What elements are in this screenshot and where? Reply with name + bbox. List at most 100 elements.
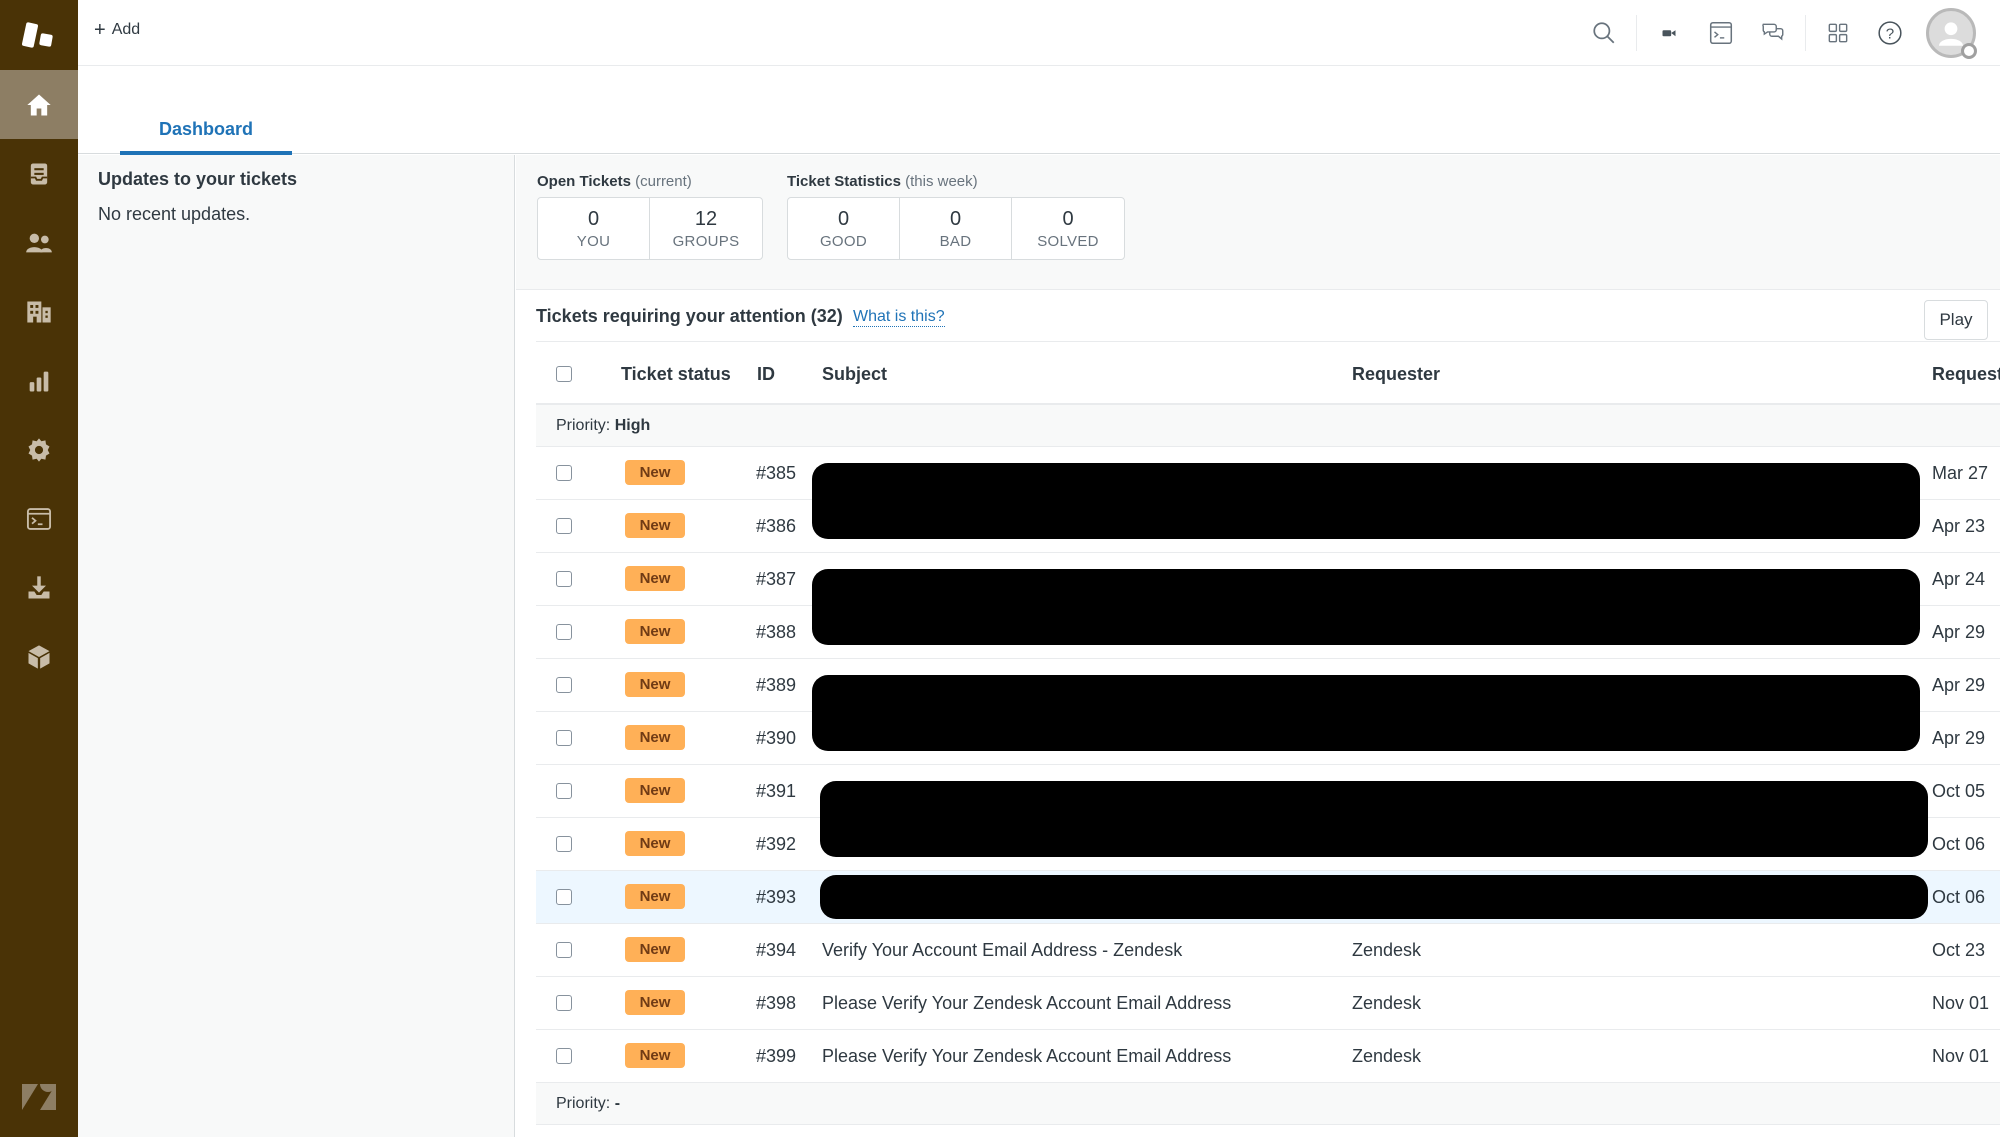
stat-you[interactable]: 0 YOU — [538, 198, 650, 259]
chat-icon — [1762, 23, 1784, 41]
user-avatar[interactable] — [1926, 8, 1977, 59]
status-badge: New — [625, 460, 685, 485]
row-checkbox[interactable] — [556, 730, 572, 746]
open-tickets-sub: (current) — [635, 173, 692, 190]
updates-title: Updates to your tickets — [98, 169, 298, 189]
play-button[interactable]: Play — [1924, 300, 1988, 340]
updates-empty-text: No recent updates. — [98, 204, 251, 224]
requester-updated-date: Oct 06 — [1932, 887, 1986, 907]
conversations-button[interactable] — [1753, 13, 1793, 53]
column-requester[interactable]: Requester — [1352, 364, 1440, 385]
row-checkbox[interactable] — [556, 518, 572, 534]
requester-updated-date: Oct 23 — [1932, 940, 1986, 960]
requester-updated-date: Apr 29 — [1932, 622, 1986, 642]
apps-grid-icon — [1828, 23, 1848, 43]
stat-good[interactable]: 0 GOOD — [788, 198, 900, 259]
stat-bad[interactable]: 0 BAD — [900, 198, 1012, 259]
ticket-statistics: Ticket Statistics (this week) 0 GOOD 0 B… — [787, 173, 1125, 260]
sidebar-item-downloads[interactable] — [0, 553, 78, 622]
row-checkbox[interactable] — [556, 783, 572, 799]
updates-panel: Updates to your tickets No recent update… — [78, 155, 515, 1137]
row-checkbox[interactable] — [556, 889, 572, 905]
open-tickets-boxes: 0 YOU 12 GROUPS — [537, 197, 763, 260]
row-checkbox[interactable] — [556, 942, 572, 958]
row-checkbox[interactable] — [556, 1048, 572, 1064]
building-icon — [27, 301, 51, 322]
ticket-stats-label: Ticket Statistics (this week) — [787, 173, 1125, 190]
ticket-subject[interactable]: Please Verify Your Zendesk Account Email… — [822, 993, 1231, 1014]
sidebar-item-customers[interactable] — [0, 208, 78, 277]
table-header: Ticket status ID Subject Requester Reque… — [536, 342, 2000, 405]
attention-header: Tickets requiring your attention (32) Wh… — [536, 291, 2000, 342]
status-badge: New — [625, 884, 685, 909]
row-checkbox[interactable] — [556, 465, 572, 481]
divider — [1805, 15, 1806, 51]
ticket-id: #393 — [756, 887, 797, 907]
ticket-requester[interactable]: Zendesk — [1352, 1046, 1421, 1067]
column-id[interactable]: ID — [757, 364, 775, 385]
ticket-id: #399 — [756, 1046, 797, 1066]
redaction-block — [812, 463, 1920, 539]
status-badge: New — [625, 619, 685, 644]
ticket-row[interactable]: New #398 Please Verify Your Zendesk Acco… — [536, 977, 2000, 1030]
stat-caption: GROUPS — [672, 232, 740, 250]
add-button-label: Add — [111, 21, 141, 38]
sidebar-item-console[interactable] — [0, 484, 78, 553]
stat-value: 0 — [837, 207, 850, 230]
requester-updated-date: Nov 01 — [1932, 993, 1990, 1013]
priority-value: High — [614, 417, 651, 434]
tab-dashboard[interactable]: Dashboard — [120, 66, 292, 155]
help-button[interactable]: ? — [1870, 13, 1910, 53]
requester-updated-date: Apr 24 — [1932, 569, 1986, 589]
ticket-id: #398 — [756, 993, 797, 1013]
cube-icon — [28, 644, 50, 669]
ticket-id: #390 — [756, 728, 797, 748]
ticket-row[interactable]: New #394 Verify Your Account Email Addre… — [536, 924, 2000, 977]
column-ticket-status[interactable]: Ticket status — [621, 364, 731, 385]
tickets-table: Ticket status ID Subject Requester Reque… — [536, 342, 2000, 1125]
row-checkbox[interactable] — [556, 995, 572, 1011]
ticket-requester[interactable]: Zendesk — [1352, 993, 1421, 1014]
requester-updated-date: Oct 05 — [1932, 781, 1986, 801]
ticket-row[interactable]: New #399 Please Verify Your Zendesk Acco… — [536, 1030, 2000, 1083]
sidebar-item-reporting[interactable] — [0, 346, 78, 415]
row-checkbox[interactable] — [556, 836, 572, 852]
select-all-checkbox[interactable] — [556, 366, 572, 382]
inbox-icon — [30, 163, 48, 184]
priority-group-row: Priority: - — [536, 1083, 2000, 1125]
sidebar-item-organizations[interactable] — [0, 277, 78, 346]
stat-value: 0 — [949, 207, 962, 230]
row-checkbox[interactable] — [556, 677, 572, 693]
stat-caption: BAD — [939, 232, 972, 250]
zendesk-logo-icon — [22, 1084, 56, 1110]
column-subject[interactable]: Subject — [822, 364, 887, 385]
zendesk-logo[interactable] — [0, 1067, 78, 1127]
priority-value: - — [614, 1095, 621, 1112]
stat-groups[interactable]: 12 GROUPS — [650, 198, 762, 259]
add-button[interactable]: + Add — [94, 20, 140, 40]
what-is-this-link[interactable]: What is this? — [853, 308, 945, 327]
priority-group-row: Priority: High — [536, 405, 2000, 447]
svg-text:?: ? — [1886, 25, 1894, 42]
sidebar-item-views[interactable] — [0, 139, 78, 208]
ticket-requester[interactable]: Zendesk — [1352, 940, 1421, 961]
open-tickets-stats: Open Tickets (current) 0 YOU 12 GROUPS — [537, 173, 763, 260]
sidebar-item-home[interactable] — [0, 70, 78, 139]
video-button[interactable] — [1649, 13, 1689, 53]
search-button[interactable] — [1584, 13, 1624, 53]
ticket-stats-title: Ticket Statistics — [787, 173, 901, 190]
column-requester-updated[interactable]: Requeste — [1932, 364, 2000, 385]
divider — [1636, 15, 1637, 51]
console-button[interactable] — [1701, 13, 1741, 53]
product-logo[interactable] — [0, 0, 78, 70]
stat-solved[interactable]: 0 SOLVED — [1012, 198, 1124, 259]
apps-button[interactable] — [1818, 13, 1858, 53]
ticket-subject[interactable]: Verify Your Account Email Address - Zend… — [822, 940, 1182, 961]
sidebar-item-apps[interactable] — [0, 622, 78, 691]
sidebar-item-admin[interactable] — [0, 415, 78, 484]
ticket-id: #388 — [756, 622, 797, 642]
row-checkbox[interactable] — [556, 624, 572, 640]
row-checkbox[interactable] — [556, 571, 572, 587]
stat-value: 0 — [587, 207, 600, 230]
ticket-subject[interactable]: Please Verify Your Zendesk Account Email… — [822, 1046, 1231, 1067]
